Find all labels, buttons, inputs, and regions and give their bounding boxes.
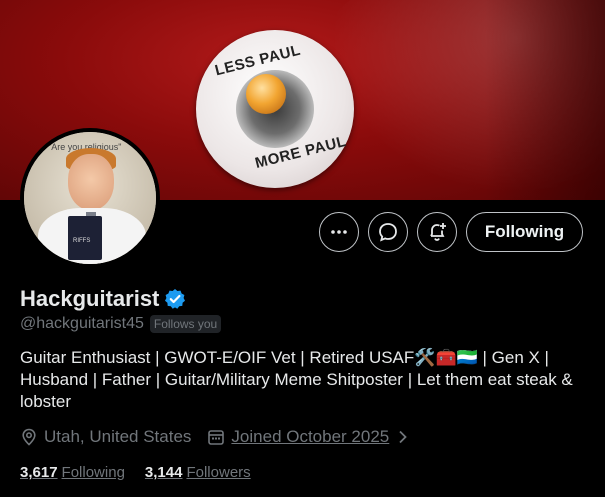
- notifications-button[interactable]: [417, 212, 457, 252]
- avatar-book-text: RIFFS: [73, 238, 91, 244]
- more-horizontal-icon: [331, 230, 347, 234]
- display-name: Hackguitarist: [20, 286, 160, 311]
- user-handle: @hackguitarist45: [20, 315, 144, 332]
- location-text: Utah, United States: [44, 427, 192, 446]
- calendar-icon: [208, 430, 225, 445]
- location-pin-icon: [22, 428, 36, 446]
- profile-avatar[interactable]: "Are you religious" RIFFS: [20, 128, 160, 268]
- more-options-button[interactable]: [319, 212, 359, 252]
- chevron-right-icon: [399, 430, 408, 444]
- handle-row: @hackguitarist45 Follows you: [20, 315, 222, 333]
- profile-meta: Utah, United States Joined October 2025: [20, 427, 417, 447]
- message-button[interactable]: [368, 212, 408, 252]
- following-label: Following: [61, 464, 125, 481]
- following-button[interactable]: Following: [466, 212, 583, 252]
- followers-count: 3,144: [144, 464, 183, 481]
- bell-plus-icon: [430, 223, 446, 241]
- follow-stats: 3,617 Following 3,144 Followers: [20, 464, 251, 481]
- joined-item[interactable]: Joined October 2025: [207, 427, 417, 447]
- joined-date-link[interactable]: Joined October 2025: [231, 427, 389, 447]
- avatar-face: [68, 154, 114, 210]
- followers-label: Followers: [186, 464, 251, 481]
- location-item: Utah, United States: [20, 427, 191, 447]
- follows-you-badge: Follows you: [149, 315, 222, 333]
- banner-knob: [246, 74, 286, 114]
- followers-stat-link[interactable]: 3,144 Followers: [145, 464, 251, 481]
- banner-shadow: [485, 0, 605, 200]
- following-stat-link[interactable]: 3,617 Following: [20, 464, 125, 481]
- message-bubble-icon: [379, 223, 397, 242]
- verified-badge-icon[interactable]: [164, 288, 186, 310]
- following-count: 3,617: [20, 464, 58, 481]
- name-row: Hackguitarist: [20, 286, 186, 312]
- profile-bio: Guitar Enthusiast | GWOT-E/OIF Vet | Ret…: [20, 348, 573, 411]
- stats-spacer: [125, 464, 145, 481]
